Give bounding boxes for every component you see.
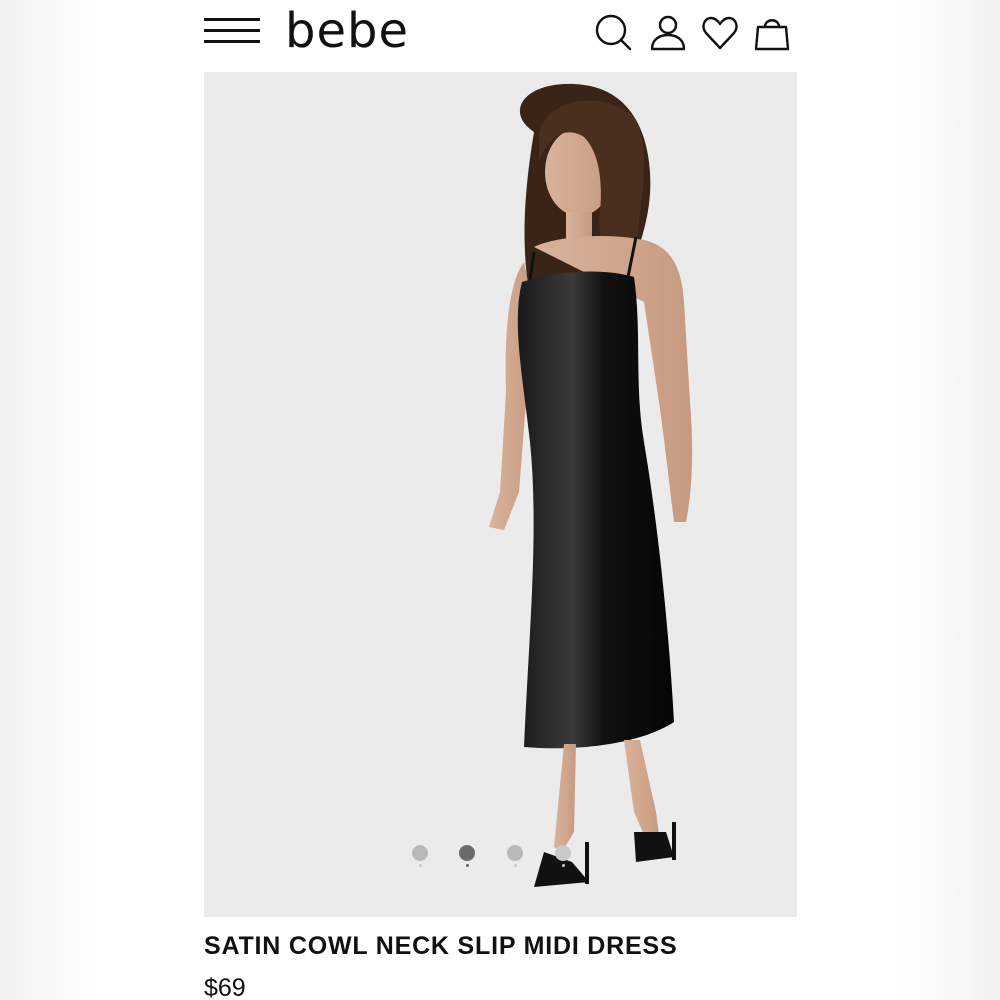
carousel-dot-2[interactable] <box>459 845 475 867</box>
product-title: SATIN COWL NECK SLIP MIDI DRESS <box>204 932 678 960</box>
brand-logo[interactable]: bebe <box>285 3 409 59</box>
product-image-carousel[interactable] <box>204 72 797 917</box>
product-photo <box>489 83 693 887</box>
account-icon[interactable] <box>648 13 688 53</box>
heart-icon[interactable] <box>700 13 740 53</box>
shopping-bag-icon[interactable] <box>752 13 792 53</box>
carousel-dot-3[interactable] <box>507 845 523 867</box>
top-navigation-bar: bebe <box>188 0 812 66</box>
product-price: $69 <box>204 974 246 1000</box>
mobile-screen: bebe SATIN COWL NECK SLIP MIDI DRESS $69 <box>188 0 812 1000</box>
carousel-pagination <box>412 845 582 867</box>
carousel-dot-1[interactable] <box>412 845 428 867</box>
search-icon[interactable] <box>594 13 634 53</box>
page-background: bebe SATIN COWL NECK SLIP MIDI DRESS $69 <box>0 0 1000 1000</box>
carousel-dot-4[interactable] <box>555 845 571 867</box>
menu-icon[interactable] <box>204 16 260 46</box>
